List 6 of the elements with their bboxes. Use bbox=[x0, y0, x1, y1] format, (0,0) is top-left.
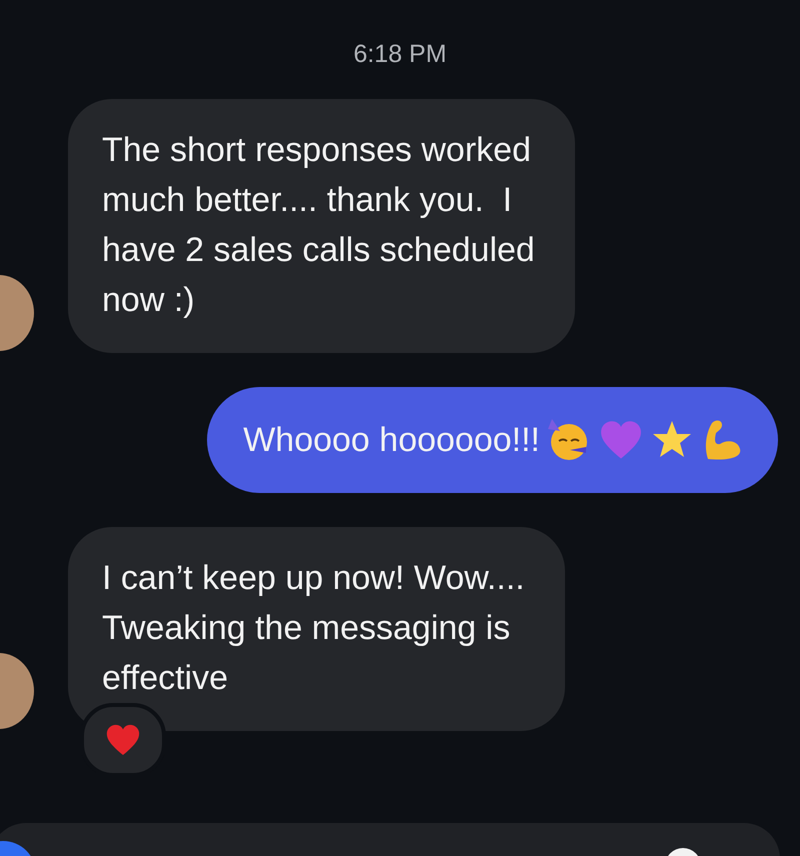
heart-icon bbox=[598, 419, 644, 461]
heart-icon bbox=[105, 723, 141, 757]
timestamp: 6:18 PM bbox=[352, 40, 448, 69]
message-bubble: I can’t keep up now! Wow.... Tweaking the messaging is effective bbox=[68, 527, 565, 731]
message-text: Whoooo hoooooo!!! bbox=[243, 420, 540, 461]
message-bubble: The short responses worked much better.... thank you. I have 2 sales calls scheduled now :) bbox=[68, 99, 575, 353]
